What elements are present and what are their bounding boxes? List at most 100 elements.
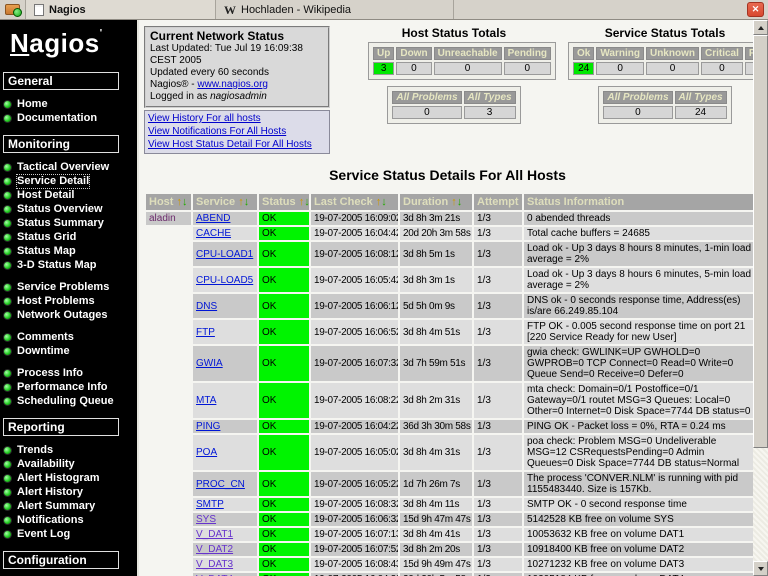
- sidebar-item-status-summary[interactable]: Status Summary: [0, 217, 137, 231]
- sort-desc-icon[interactable]: ↓: [182, 196, 188, 208]
- service-header-all-types[interactable]: All Types: [674, 91, 727, 104]
- host-header-pending[interactable]: Pending: [503, 47, 552, 60]
- sidebar-item-service-detail[interactable]: Service Detail: [0, 174, 137, 189]
- scrollbar-up-button[interactable]: [753, 20, 768, 35]
- column-header-service[interactable]: Service ↑↓: [193, 194, 257, 210]
- nagios-org-link[interactable]: www.nagios.org: [197, 79, 268, 90]
- view-notifications-link[interactable]: View Notifications For All Hosts: [148, 126, 286, 137]
- sidebar-item-process-info[interactable]: Process Info: [0, 367, 137, 381]
- sidebar-item-alert-summary[interactable]: Alert Summary: [0, 500, 137, 514]
- table-row: SMTP OK 19-07-2005 16:08:32 3d 8h 4m 11s 1/3…: [146, 498, 753, 511]
- column-header-duration[interactable]: Duration ↑↓: [400, 194, 472, 210]
- service-link[interactable]: CPU-LOAD5: [196, 275, 253, 286]
- bullet-icon: [3, 311, 12, 320]
- service-link[interactable]: DNS: [196, 301, 217, 312]
- scrollbar-down-button[interactable]: [753, 561, 768, 576]
- sidebar-item-alert-history[interactable]: Alert History: [0, 486, 137, 500]
- column-header-status[interactable]: Status ↑↓: [259, 194, 309, 210]
- column-label: Status Information: [527, 196, 625, 208]
- service-link[interactable]: FTP: [196, 327, 215, 338]
- service-totals-title: Service Status Totals: [604, 26, 726, 40]
- host-header-down[interactable]: Down: [396, 47, 432, 60]
- service-link[interactable]: V_DAT1: [196, 529, 233, 540]
- sidebar-item-downtime[interactable]: Downtime: [0, 345, 137, 359]
- sidebar-item-performance-info[interactable]: Performance Info: [0, 381, 137, 395]
- sidebar-item-tactical-overview[interactable]: Tactical Overview: [0, 161, 137, 175]
- status-info-cell: Total cache buffers = 24685: [524, 227, 753, 240]
- close-button[interactable]: ✕: [747, 2, 764, 17]
- service-link[interactable]: V_DAT2: [196, 544, 233, 555]
- service-cell: MTA: [193, 383, 257, 418]
- status-info-cell: 10271232 KB free on volume DAT3: [524, 558, 753, 571]
- view-host-status-link[interactable]: View Host Status Detail For All Hosts: [148, 139, 312, 150]
- sort-desc-icon[interactable]: ↓: [244, 196, 250, 208]
- status-cell: OK: [259, 294, 309, 318]
- service-link[interactable]: MTA: [196, 395, 216, 406]
- sidebar-item-status-overview[interactable]: Status Overview: [0, 203, 137, 217]
- vertical-scrollbar[interactable]: [753, 20, 768, 576]
- duration-cell: 15d 9h 47m 47s: [400, 513, 472, 526]
- sidebar-item-availability[interactable]: Availability: [0, 458, 137, 472]
- service-header-pending[interactable]: Pending: [744, 47, 753, 60]
- sidebar-item-trends[interactable]: Trends: [0, 444, 137, 458]
- host-header-all-problems[interactable]: All Problems: [392, 91, 462, 104]
- service-link[interactable]: SMTP: [196, 499, 224, 510]
- tab-nagios[interactable]: Nagios: [26, 0, 216, 19]
- sidebar-item-scheduling-queue[interactable]: Scheduling Queue: [0, 395, 137, 409]
- sidebar-item-network-outages[interactable]: Network Outages: [0, 309, 137, 323]
- sort-desc-icon[interactable]: ↓: [381, 196, 387, 208]
- sidebar-item-3-d-status-map[interactable]: 3-D Status Map: [0, 259, 137, 273]
- service-link[interactable]: POA: [196, 447, 217, 458]
- service-header-warning[interactable]: Warning: [596, 47, 644, 60]
- view-history-link[interactable]: View History For all hosts: [148, 113, 261, 124]
- sidebar-item-service-problems[interactable]: Service Problems: [0, 281, 137, 295]
- sidebar-item-comments[interactable]: Comments: [0, 331, 137, 345]
- sidebar-item-label: Status Grid: [17, 231, 77, 243]
- service-link[interactable]: ABEND: [196, 213, 230, 224]
- sidebar-item-notifications[interactable]: Notifications: [0, 514, 137, 528]
- column-header-last-check[interactable]: Last Check ↑↓: [311, 194, 398, 210]
- sidebar-item-status-map[interactable]: Status Map: [0, 245, 137, 259]
- table-row: CPU-LOAD5 OK 19-07-2005 16:05:42 3d 8h 3m 1…: [146, 268, 753, 292]
- bullet-icon: [3, 446, 12, 455]
- service-header-ok[interactable]: Ok: [573, 47, 595, 60]
- host-header-all-types[interactable]: All Types: [463, 91, 516, 104]
- tab-wikipedia[interactable]: W Hochladen - Wikipedia: [216, 0, 454, 19]
- sidebar-item-documentation[interactable]: Documentation: [0, 112, 137, 126]
- table-row: PING OK 19-07-2005 16:04:22 36d 3h 30m 58s 1…: [146, 420, 753, 433]
- service-link[interactable]: SYS: [196, 514, 216, 525]
- status-cell: OK: [259, 346, 309, 381]
- service-header-critical[interactable]: Critical: [700, 47, 743, 60]
- host-cell: aladin: [146, 212, 191, 225]
- service-link[interactable]: GWIA: [196, 358, 223, 369]
- sidebar-item-home[interactable]: Home: [0, 98, 137, 112]
- sidebar-item-host-problems[interactable]: Host Problems: [0, 295, 137, 309]
- host-header-unreachable[interactable]: Unreachable: [433, 47, 502, 60]
- duration-cell: 1d 7h 26m 7s: [400, 472, 472, 496]
- sidebar-item-status-grid[interactable]: Status Grid: [0, 231, 137, 245]
- sidebar-item-event-log[interactable]: Event Log: [0, 528, 137, 542]
- service-header-all-problems[interactable]: All Problems: [603, 91, 673, 104]
- sort-desc-icon[interactable]: ↓: [457, 196, 463, 208]
- sidebar-item-alert-histogram[interactable]: Alert Histogram: [0, 472, 137, 486]
- wikipedia-icon: W: [224, 2, 236, 17]
- service-link[interactable]: CACHE: [196, 228, 231, 239]
- scrollbar-thumb[interactable]: [753, 35, 768, 448]
- column-header-attempt[interactable]: Attempt ↑↓: [474, 194, 522, 210]
- host-link[interactable]: aladin: [149, 213, 176, 224]
- new-tab-button[interactable]: [0, 0, 26, 19]
- logo-mark: ': [99, 28, 103, 39]
- service-link[interactable]: V_DAT3: [196, 559, 233, 570]
- service-link[interactable]: PING: [196, 421, 220, 432]
- host-header-up[interactable]: Up: [373, 47, 395, 60]
- column-header-host[interactable]: Host ↑↓: [146, 194, 191, 210]
- service-link[interactable]: PROC_CN: [196, 479, 245, 490]
- last-check-cell: 19-07-2005 16:08:32: [311, 498, 398, 511]
- service-link[interactable]: CPU-LOAD1: [196, 249, 253, 260]
- service-cell: FTP: [193, 320, 257, 344]
- sort-desc-icon[interactable]: ↓: [304, 196, 309, 208]
- sidebar-item-host-detail[interactable]: Host Detail: [0, 189, 137, 203]
- service-header-unknown[interactable]: Unknown: [645, 47, 699, 60]
- service-value-all-problems: 0: [603, 106, 673, 119]
- bullet-icon: [3, 383, 12, 392]
